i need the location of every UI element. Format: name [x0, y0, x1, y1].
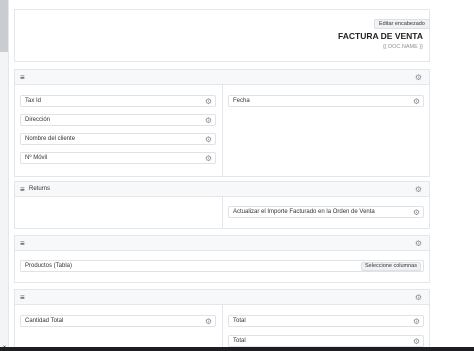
field-label: Tax Id: [25, 98, 42, 104]
scrollbar-thumb[interactable]: [0, 0, 8, 52]
section-header[interactable]: ≡ ⚙: [15, 70, 429, 85]
edit-header-button[interactable]: Editar encabezado: [374, 19, 430, 29]
section-totals: ≡ ⚙ Cantidad Total ⚙ Total ⚙ Total ⚙: [14, 289, 430, 351]
menu-icon[interactable]: ≡: [20, 240, 25, 248]
menu-icon[interactable]: ≡: [20, 74, 25, 82]
field-label: Dirección: [25, 117, 51, 123]
gear-icon[interactable]: ⚙: [412, 208, 421, 217]
field-label: Cantidad Total: [25, 318, 64, 324]
column-divider: [222, 305, 223, 351]
field-label: Productos (Tabla): [25, 263, 73, 269]
section-header[interactable]: ≡ ⚙: [15, 290, 429, 305]
gear-icon[interactable]: ⚙: [414, 73, 423, 82]
section-items: ≡ ⚙ Productos (Tabla) Seleccione columna…: [14, 235, 430, 283]
gear-icon[interactable]: ⚙: [412, 317, 421, 326]
field-tax-id[interactable]: Tax Id ⚙: [20, 95, 216, 107]
field-label: Total: [233, 318, 246, 324]
document-title: FACTURA DE VENTA: [338, 31, 423, 41]
gear-icon[interactable]: ⚙: [204, 116, 213, 125]
field-products-table[interactable]: Productos (Tabla) Seleccione columnas: [20, 260, 424, 272]
column-divider: [222, 197, 223, 229]
gear-icon[interactable]: ⚙: [414, 239, 423, 248]
section-header[interactable]: ≡ Returns ⚙: [15, 182, 429, 197]
field-numero-movil[interactable]: Nº Móvil ⚙: [20, 152, 216, 164]
gear-icon[interactable]: ⚙: [412, 337, 421, 346]
field-nombre-cliente[interactable]: Nombre del cliente ⚙: [20, 133, 216, 145]
gear-icon[interactable]: ⚙: [412, 97, 421, 106]
document-name-placeholder: {{ DOC.NAME }}: [382, 44, 423, 50]
select-columns-button[interactable]: Seleccione columnas: [361, 262, 421, 271]
field-direccion[interactable]: Dirección ⚙: [20, 114, 216, 126]
field-label: Nº Móvil: [25, 155, 48, 161]
gear-icon[interactable]: ⚙: [204, 97, 213, 106]
section-header[interactable]: ≡ ⚙: [15, 236, 429, 251]
taskbar: [0, 347, 474, 351]
gear-icon[interactable]: ⚙: [414, 185, 423, 194]
field-update-billed-amount[interactable]: Actualizar el Importe Facturado en la Or…: [228, 206, 424, 218]
section-customer: ≡ ⚙ Tax Id ⚙ Dirección ⚙ Nombre del clie…: [14, 69, 430, 177]
gear-icon[interactable]: ⚙: [414, 293, 423, 302]
gear-icon[interactable]: ⚙: [204, 317, 213, 326]
column-divider: [222, 85, 223, 177]
gear-icon[interactable]: ⚙: [204, 135, 213, 144]
field-label: Total: [233, 338, 246, 344]
field-label: Actualizar el Importe Facturado en la Or…: [233, 209, 375, 215]
field-label: Fecha: [233, 98, 250, 104]
section-title: Returns: [29, 186, 51, 192]
gear-icon[interactable]: ⚙: [204, 154, 213, 163]
field-total-quantity[interactable]: Cantidad Total ⚙: [20, 315, 216, 327]
field-total-2[interactable]: Total ⚙: [228, 335, 424, 347]
menu-icon[interactable]: ≡: [20, 186, 25, 194]
field-label: Nombre del cliente: [25, 136, 76, 142]
field-fecha[interactable]: Fecha ⚙: [228, 95, 424, 107]
field-total[interactable]: Total ⚙: [228, 315, 424, 327]
section-returns: ≡ Returns ⚙ Actualizar el Importe Factur…: [14, 181, 430, 229]
menu-icon[interactable]: ≡: [20, 294, 25, 302]
left-scroll-strip: ⌄: [0, 0, 9, 351]
